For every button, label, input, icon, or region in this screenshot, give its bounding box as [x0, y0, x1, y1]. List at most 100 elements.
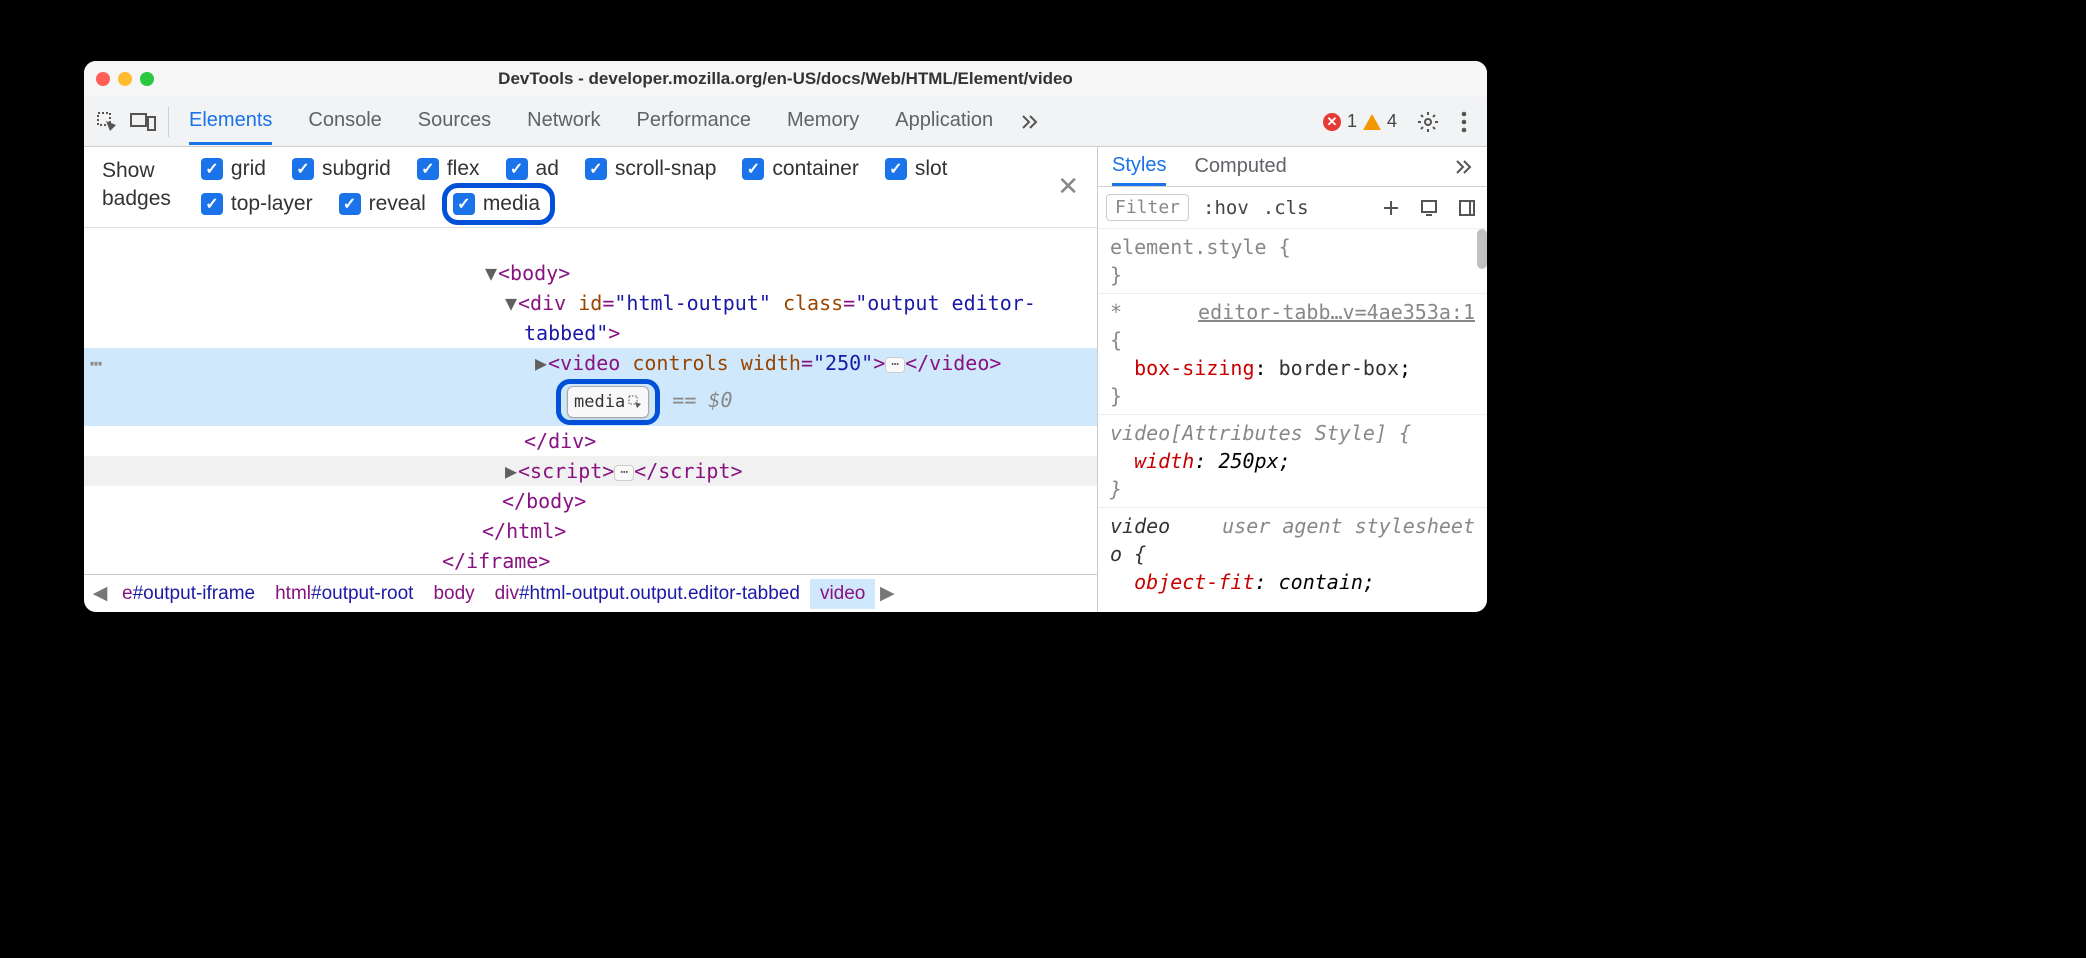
dom-div-end[interactable]: </div> — [84, 426, 1097, 456]
maximize-window-button[interactable] — [140, 72, 154, 86]
dom-video-badge-row[interactable]: media == $0 — [84, 378, 1097, 426]
checkbox-icon: ✓ — [742, 158, 764, 180]
expand-triangle-icon[interactable]: ▶ — [504, 457, 518, 485]
styles-body[interactable]: element.style { } * editor-tabb…v=4ae353… — [1098, 229, 1487, 612]
inspect-element-icon[interactable] — [92, 107, 122, 137]
dom-html-end[interactable]: </html> — [84, 516, 1097, 546]
media-badge-highlight: media — [556, 379, 660, 425]
breadcrumb-scroll-right[interactable]: ▶ — [875, 582, 899, 605]
style-rule-element[interactable]: element.style { } — [1098, 229, 1487, 294]
styles-tab-computed[interactable]: Computed — [1194, 149, 1286, 184]
tab-elements[interactable]: Elements — [189, 99, 272, 145]
tab-sources[interactable]: Sources — [418, 99, 491, 145]
source-link[interactable]: editor-tabb…v=4ae353a:1 — [1198, 298, 1475, 326]
checkbox-icon: ✓ — [417, 158, 439, 180]
dom-body-end[interactable]: </body> — [84, 486, 1097, 516]
style-rule-attrs[interactable]: video[Attributes Style] { width: 250px; … — [1098, 415, 1487, 508]
scrollbar-thumb[interactable] — [1477, 229, 1487, 269]
breadcrumb-item[interactable]: e#output-iframe — [112, 579, 265, 609]
titlebar: DevTools - developer.mozilla.org/en-US/d… — [84, 61, 1487, 97]
tab-application[interactable]: Application — [895, 99, 993, 145]
main-toolbar: Elements Console Sources Network Perform… — [84, 97, 1487, 147]
styles-pane: Styles Computed Filter :hov .cls — [1098, 147, 1487, 612]
dom-body-open[interactable]: ▼<body> — [84, 258, 1097, 288]
breadcrumb-item-selected[interactable]: video — [810, 579, 875, 609]
expand-triangle-icon[interactable]: ▶ — [534, 349, 548, 377]
breadcrumb-item[interactable]: div#html-output.output.editor-tabbed — [485, 579, 810, 609]
tab-console[interactable]: Console — [308, 99, 381, 145]
checkbox-icon: ✓ — [201, 193, 223, 215]
badges-bar: Show badges ✓grid ✓subgrid ✓flex ✓ad ✓sc… — [84, 147, 1097, 228]
dom-script[interactable]: ▶<script>⋯</script> — [84, 456, 1097, 486]
more-options-icon[interactable] — [1449, 107, 1479, 137]
badge-container[interactable]: ✓container — [742, 157, 858, 181]
badge-scroll-snap[interactable]: ✓scroll-snap — [585, 157, 717, 181]
badge-media-highlight: ✓media — [442, 183, 555, 225]
toolbar-divider — [168, 107, 169, 137]
more-tabs-icon[interactable] — [1015, 107, 1045, 137]
minimize-window-button[interactable] — [118, 72, 132, 86]
toggle-sidebar-icon[interactable] — [1455, 196, 1479, 220]
error-icon: ✕ — [1323, 113, 1341, 131]
breadcrumb-scroll-left[interactable]: ◀ — [88, 582, 112, 605]
badge-ad[interactable]: ✓ad — [506, 157, 559, 181]
cls-toggle[interactable]: .cls — [1263, 197, 1309, 219]
style-rule-ua[interactable]: video user agent stylesheet o { object-f… — [1098, 508, 1487, 600]
device-style-icon[interactable] — [1417, 196, 1441, 220]
expand-triangle-icon[interactable]: ▼ — [484, 259, 498, 287]
settings-icon[interactable] — [1413, 107, 1443, 137]
issue-counts[interactable]: ✕ 1 4 — [1323, 111, 1397, 132]
device-toolbar-icon[interactable] — [128, 107, 158, 137]
badge-media[interactable]: ✓media — [453, 192, 540, 216]
elements-pane: Show badges ✓grid ✓subgrid ✓flex ✓ad ✓sc… — [84, 147, 1098, 612]
checkbox-icon: ✓ — [201, 158, 223, 180]
dom-div-open[interactable]: ▼<div id="html-output" class="output edi… — [84, 288, 1097, 318]
style-rule-star[interactable]: * editor-tabb…v=4ae353a:1 { box-sizing: … — [1098, 294, 1487, 415]
tab-performance[interactable]: Performance — [637, 99, 752, 145]
traffic-lights — [96, 72, 154, 86]
new-style-rule-icon[interactable] — [1379, 196, 1403, 220]
badge-grid[interactable]: ✓grid — [201, 157, 266, 181]
tab-network[interactable]: Network — [527, 99, 600, 145]
close-window-button[interactable] — [96, 72, 110, 86]
inspect-icon — [628, 395, 642, 409]
checkbox-icon: ✓ — [506, 158, 528, 180]
styles-tab-styles[interactable]: Styles — [1112, 148, 1166, 186]
badge-slot[interactable]: ✓slot — [885, 157, 948, 181]
dom-div-open-cont[interactable]: tabbed"> — [84, 318, 1097, 348]
chevron-double-right-icon — [1455, 158, 1473, 176]
collapsed-ellipsis-icon[interactable]: ⋯ — [885, 357, 905, 373]
close-badges-button[interactable]: ✕ — [1057, 171, 1079, 202]
styles-filter-input[interactable]: Filter — [1106, 194, 1189, 221]
source-label: user agent stylesheet — [1222, 512, 1475, 540]
chevron-double-right-icon — [1021, 113, 1039, 131]
breadcrumb-item[interactable]: html#output-root — [265, 579, 423, 609]
dom-video[interactable]: ⋯ ▶<video controls width="250">⋯</video> — [84, 348, 1097, 378]
breadcrumb-item[interactable]: body — [423, 579, 484, 609]
badge-subgrid[interactable]: ✓subgrid — [292, 157, 391, 181]
badge-reveal[interactable]: ✓reveal — [339, 191, 426, 217]
kebab-icon — [1461, 111, 1467, 133]
checkbox-icon: ✓ — [339, 193, 361, 215]
dom-tree[interactable]: ▼<body> ▼<div id="html-output" class="ou… — [84, 228, 1097, 574]
badge-top-layer[interactable]: ✓top-layer — [201, 191, 313, 217]
more-tabs-icon[interactable] — [1455, 158, 1473, 176]
checkbox-icon: ✓ — [292, 158, 314, 180]
hov-toggle[interactable]: :hov — [1203, 197, 1249, 219]
collapsed-ellipsis-icon[interactable]: ⋯ — [614, 465, 634, 481]
gutter-ellipsis-icon[interactable]: ⋯ — [90, 349, 106, 377]
styles-tabs: Styles Computed — [1098, 147, 1487, 187]
badge-flex[interactable]: ✓flex — [417, 157, 480, 181]
badges-label-line2: badges — [102, 185, 171, 213]
styles-filter-bar: Filter :hov .cls — [1098, 187, 1487, 229]
breadcrumb-bar: ◀ e#output-iframe html#output-root body … — [84, 574, 1097, 612]
error-count: 1 — [1347, 111, 1357, 132]
expand-triangle-icon[interactable]: ▼ — [504, 289, 518, 317]
tab-memory[interactable]: Memory — [787, 99, 859, 145]
selected-indicator: == $0 — [672, 388, 732, 412]
dom-iframe-end[interactable]: </iframe> — [84, 546, 1097, 574]
main-content: Show badges ✓grid ✓subgrid ✓flex ✓ad ✓sc… — [84, 147, 1487, 612]
devtools-window: DevTools - developer.mozilla.org/en-US/d… — [84, 61, 1487, 612]
badges-label-line1: Show — [102, 157, 171, 185]
media-badge-pill[interactable]: media — [567, 386, 649, 418]
